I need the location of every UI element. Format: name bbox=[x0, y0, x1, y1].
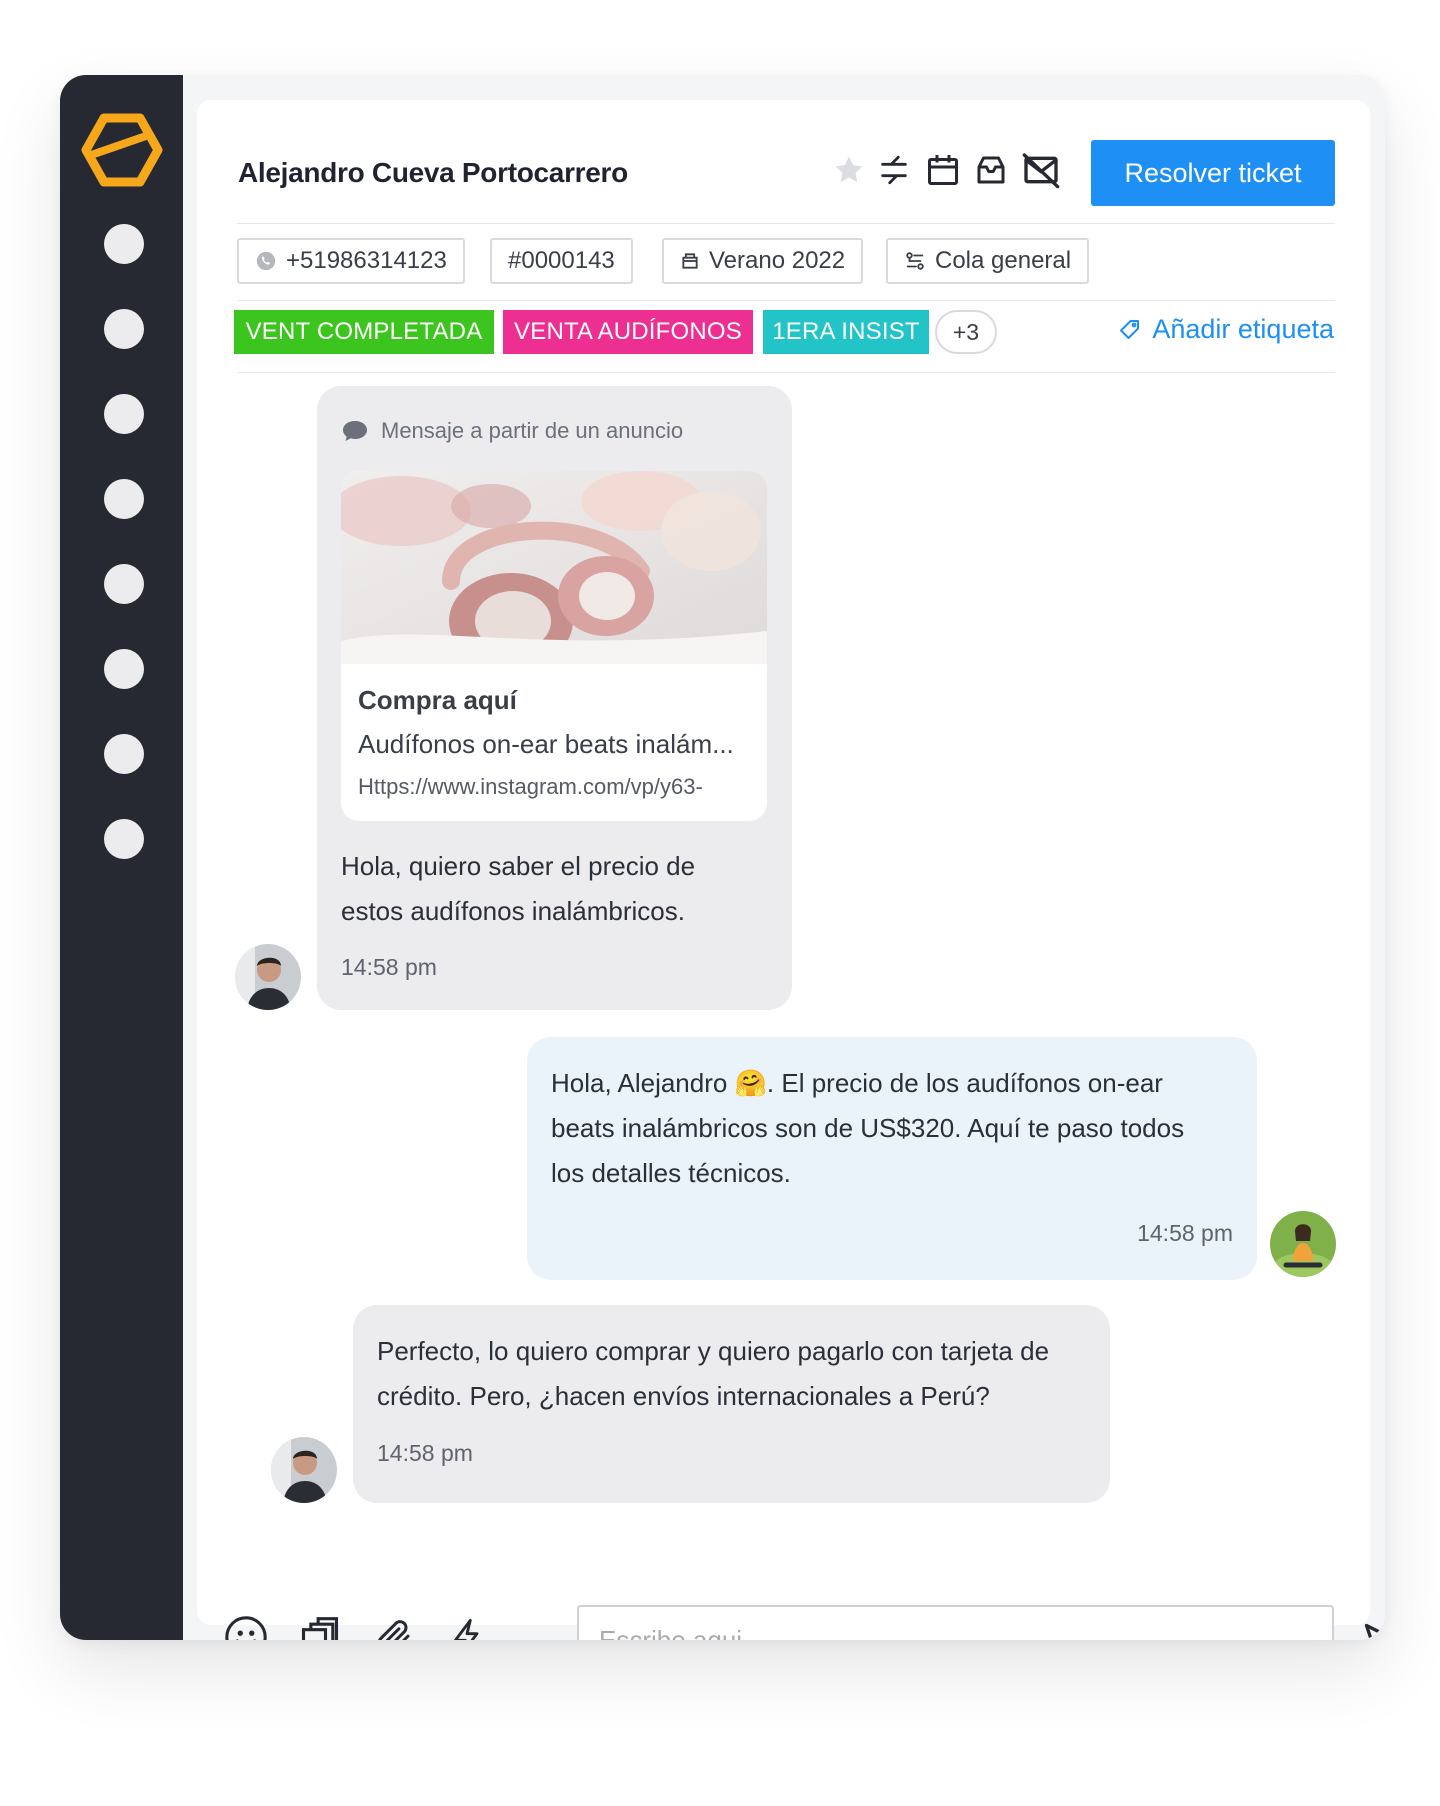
message-line: estos audífonos inalámbricos. bbox=[341, 896, 685, 926]
sidebar-item-1[interactable] bbox=[104, 224, 144, 264]
sidebar-item-4[interactable] bbox=[104, 479, 144, 519]
message-line: beats inalámbricos son de US$320. Aquí t… bbox=[551, 1113, 1185, 1143]
incoming-message-bubble: Mensaje a partir de un anuncio Compra aq… bbox=[317, 386, 792, 1010]
resolve-ticket-button[interactable]: Resolver ticket bbox=[1091, 140, 1335, 206]
sidebar-item-5[interactable] bbox=[104, 564, 144, 604]
tag-label: VENTA AUDÍFONOS bbox=[514, 318, 742, 345]
campaign-name: Verano 2022 bbox=[709, 247, 846, 274]
sidebar-item-3[interactable] bbox=[104, 394, 144, 434]
add-tag-button[interactable]: Añadir etiqueta bbox=[1118, 314, 1334, 345]
incoming-message-bubble: Perfecto, lo quiero comprar y quiero pag… bbox=[353, 1305, 1110, 1503]
ticket-id-chip[interactable]: #0000143 bbox=[490, 238, 633, 284]
ad-image bbox=[341, 471, 767, 664]
queue-chip[interactable]: Cola general bbox=[886, 238, 1090, 284]
app-window: Alejandro Cueva Portocarrero Resolver ti… bbox=[60, 75, 1385, 1640]
sidebar-item-6[interactable] bbox=[104, 649, 144, 689]
sidebar-item-2[interactable] bbox=[104, 309, 144, 349]
conversation-panel: Alejandro Cueva Portocarrero Resolver ti… bbox=[197, 100, 1370, 1625]
ad-description: Audífonos on-ear beats inalám... bbox=[358, 729, 734, 759]
chat-bubble-icon bbox=[343, 421, 367, 441]
add-tag-label: Añadir etiqueta bbox=[1152, 314, 1334, 344]
tags-divider bbox=[237, 372, 1335, 373]
logo-icon[interactable] bbox=[80, 110, 164, 190]
message-line: los detalles técnicos. bbox=[551, 1158, 791, 1188]
message-text: Perfecto, lo quiero comprar y quiero pag… bbox=[377, 1329, 1049, 1419]
star-icon[interactable] bbox=[829, 150, 869, 190]
message-line: Perfecto, lo quiero comprar y quiero pag… bbox=[377, 1336, 1050, 1366]
ad-title: Compra aquí bbox=[358, 685, 517, 715]
message-time: 14:58 pm bbox=[377, 1440, 473, 1466]
tag-vent-completada[interactable]: VENT COMPLETADA bbox=[234, 310, 494, 354]
contact-name: Alejandro Cueva Portocarrero bbox=[238, 157, 628, 188]
contact-avatar[interactable] bbox=[271, 1437, 337, 1503]
transfer-arrows-icon[interactable] bbox=[874, 150, 914, 190]
tag-icon bbox=[1120, 319, 1140, 339]
message-text: Hola, Alejandro 🤗. El precio de los audí… bbox=[551, 1061, 1184, 1196]
phone-number: +51986314123 bbox=[286, 247, 447, 274]
message-time: 14:58 pm bbox=[1137, 1220, 1233, 1246]
more-tags-button[interactable]: +3 bbox=[935, 310, 997, 354]
ad-url[interactable]: Https://www.instagram.com/vp/y63- bbox=[358, 774, 703, 800]
ad-label: Mensaje a partir de un anuncio bbox=[341, 418, 683, 444]
sidebar bbox=[60, 75, 183, 1640]
emoji-icon[interactable] bbox=[222, 1613, 270, 1640]
sidebar-item-8[interactable] bbox=[104, 819, 144, 859]
tag-venta-audifonos[interactable]: VENTA AUDÍFONOS bbox=[503, 310, 753, 354]
tag-1era-insist[interactable]: 1ERA INSIST bbox=[763, 310, 929, 354]
mail-off-icon[interactable] bbox=[1021, 150, 1061, 190]
message-line: Hola, Alejandro 🤗. El precio de los audí… bbox=[551, 1068, 1163, 1098]
ticket-id: #0000143 bbox=[508, 247, 615, 274]
whatsapp-icon bbox=[256, 251, 276, 271]
tag-label: VENT COMPLETADA bbox=[245, 318, 483, 345]
phone-chip[interactable]: +51986314123 bbox=[237, 238, 465, 284]
outgoing-message-bubble: Hola, Alejandro 🤗. El precio de los audí… bbox=[527, 1037, 1257, 1280]
contact-avatar[interactable] bbox=[235, 944, 301, 1010]
queue-name: Cola general bbox=[935, 247, 1072, 274]
campaign-chip[interactable]: Verano 2022 bbox=[662, 238, 864, 284]
send-icon[interactable] bbox=[1358, 1617, 1385, 1640]
ad-label-text: Mensaje a partir de un anuncio bbox=[381, 418, 684, 443]
inbox-icon[interactable] bbox=[971, 150, 1011, 190]
agent-avatar[interactable] bbox=[1270, 1211, 1336, 1277]
message-input[interactable] bbox=[577, 1605, 1334, 1640]
message-text: Hola, quiero saber el precio de estos au… bbox=[341, 844, 695, 934]
chips-divider bbox=[237, 300, 1335, 301]
attachment-icon[interactable] bbox=[370, 1613, 418, 1640]
message-line: Hola, quiero saber el precio de bbox=[341, 851, 696, 881]
ad-card[interactable]: Compra aquí Audífonos on-ear beats inalá… bbox=[341, 471, 767, 821]
sidebar-item-7[interactable] bbox=[104, 734, 144, 774]
campaign-icon bbox=[682, 253, 698, 269]
tag-label: 1ERA INSIST bbox=[772, 318, 920, 345]
lightning-icon[interactable] bbox=[443, 1613, 491, 1640]
calendar-icon[interactable] bbox=[923, 150, 963, 190]
message-time: 14:58 pm bbox=[341, 954, 437, 980]
header-divider bbox=[237, 223, 1335, 224]
message-line: crédito. Pero, ¿hacen envíos internacion… bbox=[377, 1381, 990, 1411]
copy-icon[interactable] bbox=[296, 1613, 344, 1640]
queue-icon bbox=[906, 252, 924, 270]
